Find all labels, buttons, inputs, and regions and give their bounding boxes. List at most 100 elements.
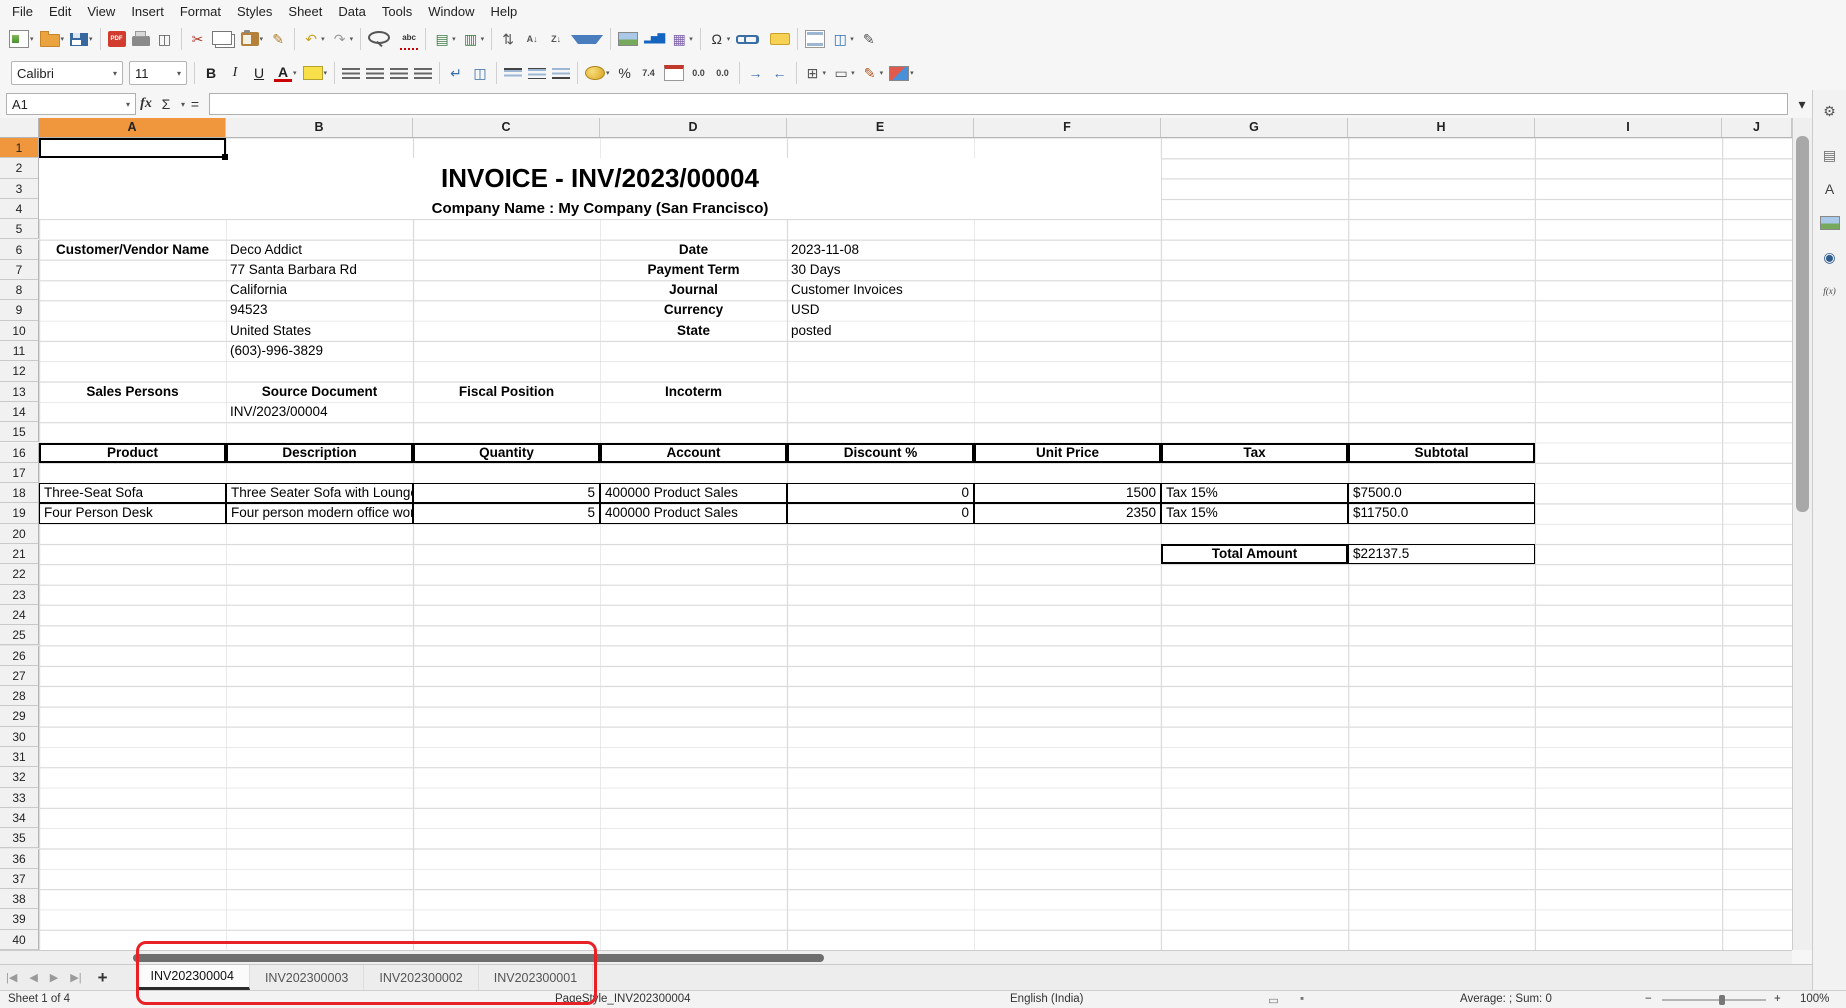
page-style[interactable]: PageStyle_INV202300004 [555, 993, 691, 1005]
cell-G21[interactable]: Total Amount [1161, 544, 1348, 564]
insert-image-button[interactable] [615, 25, 641, 53]
wrap-text-button[interactable]: ↵ [444, 59, 468, 87]
horizontal-scrollbar-thumb[interactable] [133, 954, 824, 962]
row-header-10[interactable]: 10 [0, 321, 39, 341]
insert-chart-button[interactable]: ▂▅▇ [641, 25, 667, 53]
cell-B6[interactable]: Deco Addict [226, 240, 413, 260]
cell-E19[interactable]: 0 [787, 503, 974, 523]
align-vcenter-button[interactable] [525, 59, 549, 87]
chevron-down-icon[interactable]: ▾ [181, 100, 185, 109]
export-pdf-button[interactable]: PDF [105, 25, 129, 53]
row-header-6[interactable]: 6 [0, 240, 39, 260]
chevron-down-icon[interactable]: ▾ [481, 35, 485, 43]
row-header-7[interactable]: 7 [0, 260, 39, 280]
menu-view[interactable]: View [79, 2, 123, 21]
justify-button[interactable] [411, 59, 435, 87]
border-style-button[interactable]: ▭▾ [829, 59, 858, 87]
row-header-16[interactable]: 16 [0, 443, 39, 463]
sort-ascending-button[interactable]: A↓ [520, 25, 544, 53]
row-header-17[interactable]: 17 [0, 463, 39, 483]
row-header-19[interactable]: 19 [0, 503, 39, 523]
navigator-button[interactable]: ◉ [1815, 242, 1845, 272]
menu-file[interactable]: File [4, 2, 41, 21]
sheet-tab-INV202300003[interactable]: INV202300003 [250, 965, 364, 990]
chevron-down-icon[interactable]: ▾ [177, 69, 181, 78]
sidebar-settings-button[interactable]: ⚙ [1815, 96, 1845, 126]
vertical-scrollbar-thumb[interactable] [1796, 136, 1809, 512]
highlight-color-button[interactable]: ▾ [300, 59, 331, 87]
print-preview-button[interactable]: ◫ [153, 25, 177, 53]
autofilter-button[interactable] [568, 25, 606, 53]
cell-G19[interactable]: Tax 15% [1161, 503, 1348, 523]
align-left-button[interactable] [339, 59, 363, 87]
column-header-E[interactable]: E [787, 118, 974, 137]
italic-button[interactable]: I [223, 59, 247, 87]
zoom-in-icon[interactable]: + [1774, 993, 1781, 1005]
cell-F19[interactable]: 2350 [974, 503, 1161, 523]
cell-A13[interactable]: Sales Persons [39, 382, 226, 402]
headers-footers-button[interactable] [802, 25, 828, 53]
cell-B10[interactable]: United States [226, 321, 413, 341]
font-size-select[interactable]: 11▾ [129, 61, 187, 85]
cell-B16[interactable]: Description [226, 443, 413, 463]
zoom-out-icon[interactable]: − [1645, 993, 1652, 1005]
column-header-H[interactable]: H [1348, 118, 1535, 137]
cell-E9[interactable]: USD [787, 300, 974, 320]
chevron-down-icon[interactable]: ▾ [689, 35, 693, 43]
add-decimal-button[interactable]: 0.0 [687, 59, 711, 87]
cell-A6[interactable]: Customer/Vendor Name [39, 240, 226, 260]
cell-E16[interactable]: Discount % [787, 443, 974, 463]
chevron-down-icon[interactable]: ▾ [30, 35, 34, 43]
autosum-icon[interactable]: Σ [157, 93, 175, 115]
cell-D6[interactable]: Date [600, 240, 787, 260]
column-header-J[interactable]: J [1722, 118, 1792, 137]
cell-H19[interactable]: $11750.0 [1348, 503, 1535, 523]
copy-button[interactable] [210, 25, 238, 53]
chevron-down-icon[interactable]: ▾ [851, 69, 855, 77]
document-modified-icon[interactable]: ▪ [1300, 993, 1304, 1005]
last-sheet-icon[interactable]: ▶| [64, 965, 87, 990]
insert-comment-button[interactable] [767, 25, 793, 53]
zoom-slider[interactable] [1662, 999, 1766, 1001]
styles-button[interactable]: A [1815, 174, 1845, 204]
row-header-33[interactable]: 33 [0, 788, 39, 808]
cell-H18[interactable]: $7500.0 [1348, 483, 1535, 503]
print-button[interactable] [129, 25, 153, 53]
cell-C13[interactable]: Fiscal Position [413, 382, 600, 402]
cell-B19[interactable]: Four person modern office workstation [226, 503, 413, 523]
align-right-button[interactable] [387, 59, 411, 87]
menu-format[interactable]: Format [172, 2, 229, 21]
fill-handle[interactable] [222, 154, 228, 160]
row-header-8[interactable]: 8 [0, 280, 39, 300]
column-header-D[interactable]: D [600, 118, 787, 137]
open-file-button[interactable]: ▾ [37, 25, 68, 53]
sheet-tab-INV202300004[interactable]: INV202300004 [136, 965, 250, 990]
horizontal-scrollbar[interactable] [0, 950, 1792, 964]
properties-button[interactable]: ▤ [1815, 140, 1845, 170]
chevron-down-icon[interactable]: ▾ [850, 35, 854, 43]
cell-B13[interactable]: Source Document [226, 382, 413, 402]
cell-D9[interactable]: Currency [600, 300, 787, 320]
date-format-button[interactable] [661, 59, 687, 87]
cell-B14[interactable]: INV/2023/00004 [226, 402, 413, 422]
row-header-20[interactable]: 20 [0, 524, 39, 544]
cell-E10[interactable]: posted [787, 321, 974, 341]
paste-button[interactable]: ▾ [238, 25, 267, 53]
font-name-select[interactable]: Calibri▾ [11, 61, 123, 85]
chevron-down-icon[interactable]: ▾ [321, 35, 325, 43]
column-header-I[interactable]: I [1535, 118, 1722, 137]
row-header-3[interactable]: 3 [0, 179, 39, 199]
zoom-level[interactable]: 100% [1800, 993, 1829, 1005]
menu-tools[interactable]: Tools [374, 2, 420, 21]
increase-indent-button[interactable]: → [744, 59, 768, 87]
row-header-23[interactable]: 23 [0, 585, 39, 605]
menu-styles[interactable]: Styles [229, 2, 280, 21]
language[interactable]: English (India) [1010, 993, 1084, 1005]
column-header-G[interactable]: G [1161, 118, 1348, 137]
previous-sheet-icon[interactable]: ◀ [23, 965, 43, 990]
row-header-26[interactable]: 26 [0, 646, 39, 666]
row-header-11[interactable]: 11 [0, 341, 39, 361]
functions-button[interactable]: f(x) [1815, 276, 1845, 306]
find-replace-button[interactable] [365, 25, 397, 53]
cell-F18[interactable]: 1500 [974, 483, 1161, 503]
